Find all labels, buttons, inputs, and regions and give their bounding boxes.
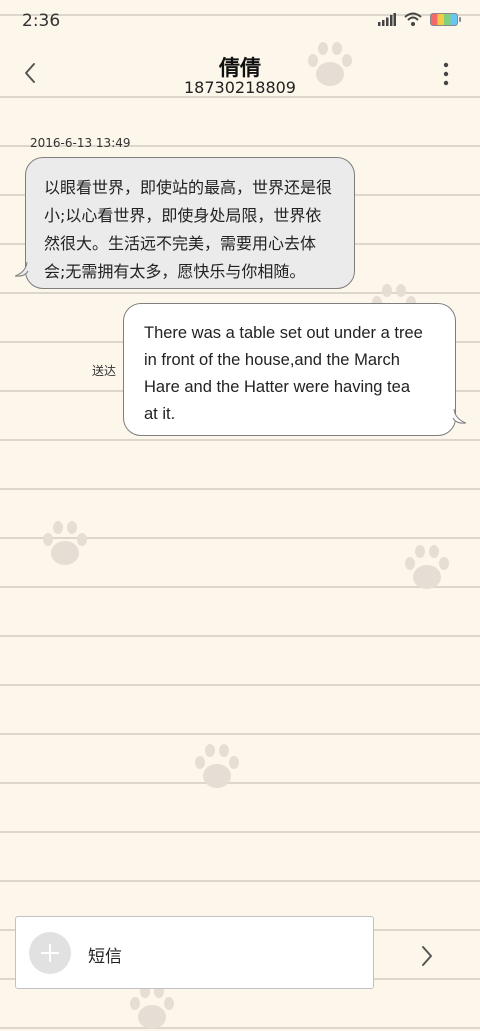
message-line: Hare and the Hatter were having tea [144,378,410,396]
status-bar: 2:36 [0,0,480,40]
paw-print-decoration [130,985,174,1031]
conversation-header: 倩倩 18730218809 [0,48,480,100]
chevron-right-icon[interactable] [418,943,438,969]
message-line: 会;无需拥有太多，愿快乐与你相随。 [44,262,306,281]
wifi-icon [404,12,422,26]
contact-phone-number: 18730218809 [184,78,296,97]
signal-icon [378,13,396,26]
message-line: in front of the house,and the March [144,351,400,369]
outgoing-message-text: There was a table set out under a tree i… [144,320,444,428]
message-line: 小;以心看世界，即使身处局限，世界依 [44,206,322,225]
bubble-tail [15,262,29,277]
outgoing-message-bubble[interactable]: There was a table set out under a tree i… [123,303,466,436]
message-line: at it. [144,405,176,423]
bubble-tail [452,409,466,424]
paw-print-decoration [195,744,239,790]
status-time: 2:36 [22,11,61,31]
message-input-placeholder[interactable]: 短信 [88,942,122,967]
more-vertical-icon[interactable] [442,62,450,86]
message-input-box[interactable]: 短信 [15,916,374,989]
status-icons [378,12,461,26]
delivery-status: 送达 [92,364,117,378]
message-line: 然很大。生活远不完美，需要用心去体 [44,234,317,253]
plus-icon[interactable] [29,932,71,974]
paw-print-decoration [405,545,449,591]
incoming-message-text: 以眼看世界，即使站的最高，世界还是很 小;以心看世界，即使身处局限，世界依 然很… [44,174,344,286]
incoming-message-bubble[interactable]: 以眼看世界，即使站的最高，世界还是很 小;以心看世界，即使身处局限，世界依 然很… [15,157,355,289]
message-timestamp: 2016-6-13 13:49 [30,136,131,150]
message-line: 以眼看世界，即使站的最高，世界还是很 [44,178,333,197]
paw-print-decoration [43,521,87,567]
message-line: There was a table set out under a tree [144,324,423,342]
battery-icon [430,13,461,26]
